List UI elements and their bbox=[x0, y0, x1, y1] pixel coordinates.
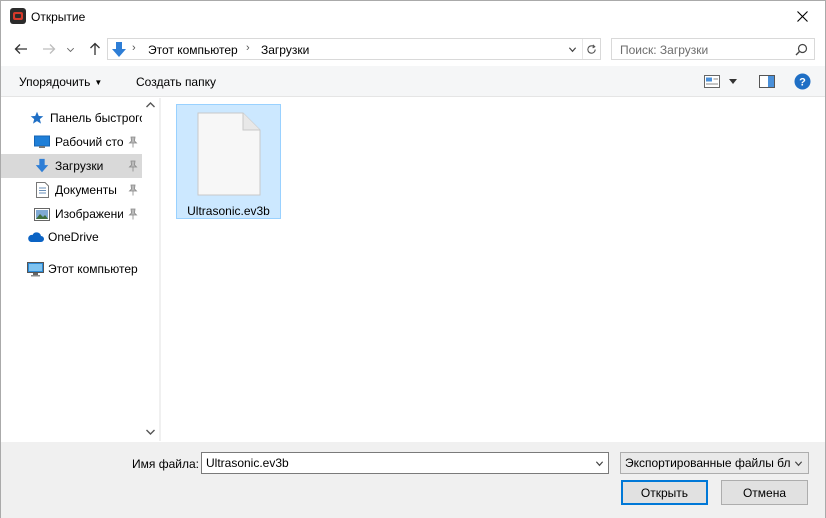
close-button[interactable] bbox=[779, 1, 825, 31]
title-bar: Открытие bbox=[1, 1, 825, 32]
breadcrumb-this-pc[interactable]: Этот компьютер bbox=[148, 43, 238, 57]
search-input[interactable]: Поиск: Загрузки bbox=[611, 38, 815, 60]
refresh-icon bbox=[587, 44, 596, 54]
close-icon bbox=[796, 10, 808, 22]
search-placeholder: Поиск: Загрузки bbox=[620, 43, 709, 57]
breadcrumb-separator-icon: › bbox=[246, 42, 250, 54]
back-button[interactable] bbox=[10, 38, 32, 60]
sidebar-item-documents[interactable]: Документы bbox=[1, 178, 142, 202]
navigation-pane: Панель быстрого доступа Рабочий стол Заг… bbox=[1, 98, 159, 441]
blank-file-icon bbox=[197, 112, 261, 196]
navigation-bar: › Этот компьютер › Загрузки Поиск: Загру… bbox=[1, 32, 825, 66]
pin-icon bbox=[128, 184, 138, 196]
cloud-icon bbox=[26, 228, 44, 246]
cancel-button[interactable]: Отмена bbox=[721, 480, 808, 505]
address-bar[interactable]: › Этот компьютер › Загрузки bbox=[107, 38, 601, 60]
sidebar-item-label: OneDrive bbox=[48, 230, 99, 244]
star-icon bbox=[28, 109, 46, 127]
dialog-footer: Имя файла: Ultrasonic.ev3b Экспортирован… bbox=[1, 442, 825, 518]
sidebar-item-label: Изображения bbox=[55, 207, 123, 221]
chevron-down-icon[interactable] bbox=[145, 427, 156, 437]
filetype-value: Экспортированные файлы бл bbox=[625, 456, 791, 470]
download-arrow-icon bbox=[33, 157, 51, 175]
svg-text:?: ? bbox=[799, 77, 806, 89]
sidebar-item-label: Документы bbox=[55, 183, 117, 197]
chevron-down-icon bbox=[794, 460, 802, 466]
filename-label: Имя файла: bbox=[132, 457, 199, 471]
arrow-right-icon bbox=[43, 44, 56, 54]
document-icon bbox=[33, 181, 51, 199]
picture-icon bbox=[33, 205, 51, 223]
filename-value: Ultrasonic.ev3b bbox=[206, 456, 289, 470]
breadcrumb-downloads[interactable]: Загрузки bbox=[261, 43, 309, 57]
sidebar-item-downloads[interactable]: Загрузки bbox=[1, 154, 142, 178]
address-history-button[interactable] bbox=[563, 39, 581, 59]
desktop-icon bbox=[33, 133, 51, 151]
organize-menu[interactable]: Упорядочить ▼ bbox=[19, 75, 102, 89]
navigation-pane-scrollbar[interactable] bbox=[142, 98, 159, 441]
sidebar-item-label: Этот компьютер bbox=[48, 262, 138, 276]
sidebar-item-desktop[interactable]: Рабочий стол bbox=[1, 130, 142, 154]
sidebar-item-label: Рабочий стол bbox=[55, 135, 123, 149]
pin-icon bbox=[128, 136, 138, 148]
organize-label: Упорядочить bbox=[19, 75, 91, 89]
arrow-left-icon bbox=[14, 44, 27, 54]
filename-field[interactable]: Ultrasonic.ev3b bbox=[201, 452, 609, 474]
command-bar: Упорядочить ▼ Создать папку ? bbox=[1, 66, 825, 97]
up-button[interactable] bbox=[84, 38, 106, 60]
help-icon[interactable]: ? bbox=[794, 73, 811, 90]
sidebar-item-label: Панель быстрого доступа bbox=[50, 111, 142, 125]
app-icon bbox=[10, 8, 26, 24]
recent-locations-button[interactable] bbox=[63, 38, 77, 60]
chevron-down-icon bbox=[595, 460, 603, 466]
pin-icon bbox=[128, 160, 138, 172]
chevron-down-icon bbox=[568, 46, 576, 52]
search-icon bbox=[795, 43, 808, 56]
forward-button[interactable] bbox=[38, 38, 60, 60]
window-title: Открытие bbox=[31, 10, 86, 24]
file-list: Ultrasonic.ev3b bbox=[161, 98, 825, 441]
download-arrow-icon bbox=[112, 42, 126, 57]
scrollbar-thumb[interactable] bbox=[146, 114, 155, 344]
preview-pane-icon[interactable] bbox=[759, 75, 775, 88]
sidebar-item-label: Загрузки bbox=[55, 159, 104, 173]
computer-icon bbox=[26, 260, 44, 278]
sidebar-item-quick-access[interactable]: Панель быстрого доступа bbox=[1, 106, 142, 130]
sidebar-item-this-pc[interactable]: Этот компьютер bbox=[1, 257, 142, 281]
filetype-select[interactable]: Экспортированные файлы бл bbox=[620, 452, 809, 474]
file-name: Ultrasonic.ev3b bbox=[187, 204, 270, 218]
breadcrumb-separator-icon: › bbox=[132, 42, 136, 54]
caret-down-icon: ▼ bbox=[94, 78, 103, 87]
pin-icon bbox=[128, 208, 138, 220]
chevron-down-icon bbox=[66, 47, 74, 52]
filetype-dropdown-button[interactable] bbox=[791, 455, 805, 471]
chevron-up-icon[interactable] bbox=[145, 100, 156, 110]
filename-history-button[interactable] bbox=[592, 455, 606, 471]
file-item[interactable]: Ultrasonic.ev3b bbox=[176, 104, 281, 219]
change-view-icon[interactable] bbox=[704, 75, 720, 88]
open-file-dialog: Открытие › Этот компьютер › Загрузки Пои… bbox=[0, 0, 826, 518]
view-options-caret-icon[interactable] bbox=[729, 79, 737, 84]
open-button[interactable]: Открыть bbox=[621, 480, 708, 505]
sidebar-item-onedrive[interactable]: OneDrive bbox=[1, 225, 142, 249]
refresh-button[interactable] bbox=[582, 39, 600, 59]
sidebar-item-pictures[interactable]: Изображения bbox=[1, 202, 142, 226]
arrow-up-icon bbox=[90, 42, 100, 55]
new-folder-button[interactable]: Создать папку bbox=[136, 75, 216, 89]
